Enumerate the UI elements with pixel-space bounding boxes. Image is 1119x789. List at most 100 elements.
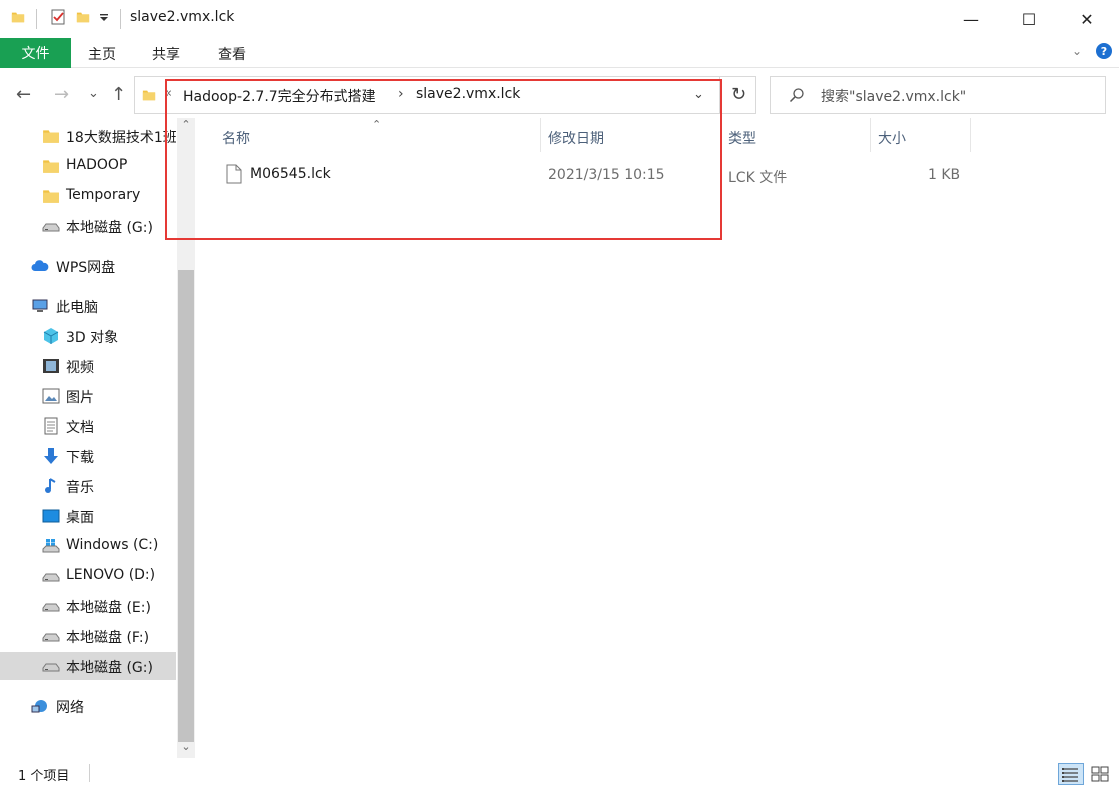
file-date: 2021/3/15 10:15	[548, 167, 665, 183]
sidebar-item-local-g[interactable]: 本地磁盘 (G:)	[0, 652, 176, 680]
drive-icon	[42, 223, 60, 232]
sidebar-item-lenovo-d[interactable]: LENOVO (D:)	[0, 562, 176, 590]
column-divider[interactable]	[540, 118, 541, 152]
table-row[interactable]: M06545.lck 2021/3/15 10:15 LCK 文件 1 KB	[220, 162, 972, 188]
sidebar-item-label: 图片	[66, 390, 94, 406]
sidebar-item-wps[interactable]: WPS网盘	[0, 252, 176, 280]
sidebar-item-windows-c[interactable]: Windows (C:)	[0, 532, 176, 560]
document-icon	[44, 417, 58, 435]
sidebar-item-label: 下载	[66, 450, 94, 466]
folder-icon	[43, 130, 59, 143]
sidebar-item-3d-objects[interactable]: 3D 对象	[0, 322, 176, 350]
sidebar-item-label: 本地磁盘 (F:)	[66, 630, 150, 646]
help-icon[interactable]: ?	[1096, 43, 1112, 59]
cloud-icon	[31, 260, 49, 271]
minimize-button[interactable]: —	[948, 0, 994, 38]
file-list: ⌃ 名称 修改日期 类型 大小 M06545.lck 2021/3/15 10:…	[196, 118, 1119, 758]
tab-home[interactable]: 主页	[88, 44, 116, 64]
sidebar-item-label: 网络	[56, 700, 84, 716]
column-divider[interactable]	[970, 118, 971, 152]
sidebar-scrollbar[interactable]: ⌃ ⌄	[177, 118, 195, 758]
details-view-icon	[1062, 768, 1078, 782]
new-folder-icon[interactable]	[76, 10, 90, 24]
folder-icon	[142, 90, 156, 101]
sidebar-item-local-f[interactable]: 本地磁盘 (F:)	[0, 622, 176, 650]
drive-icon	[42, 633, 60, 642]
sidebar-item-videos[interactable]: 视频	[0, 352, 176, 380]
breadcrumb-hadoop[interactable]: Hadoop-2.7.7完全分布式搭建	[183, 86, 376, 106]
cube-icon	[43, 328, 59, 344]
folder-icon	[43, 160, 59, 173]
sidebar-item-label: 此电脑	[56, 300, 98, 316]
network-icon	[31, 700, 47, 713]
sidebar-item-label: 视频	[66, 360, 94, 376]
drive-icon	[42, 663, 60, 672]
large-icons-view-button[interactable]	[1088, 763, 1114, 785]
sidebar-item-desktop[interactable]: 桌面	[0, 502, 176, 530]
item-count: 1 个项目	[18, 769, 70, 784]
download-icon	[44, 448, 58, 464]
forward-button[interactable]: →	[54, 84, 69, 105]
address-dropdown-chevron-icon[interactable]: ⌄	[693, 87, 704, 102]
expand-ribbon-chevron-icon[interactable]: ⌄	[1072, 44, 1082, 58]
column-header-size[interactable]: 大小	[878, 128, 906, 148]
sidebar-item-label: 桌面	[66, 510, 94, 526]
sidebar-item-pictures[interactable]: 图片	[0, 382, 176, 410]
sidebar-item-label: 本地磁盘 (G:)	[66, 220, 153, 236]
large-icons-view-icon	[1091, 766, 1109, 782]
details-view-button[interactable]	[1058, 763, 1084, 785]
sidebar-item-temporary[interactable]: Temporary	[0, 182, 176, 210]
folder-icon[interactable]	[11, 10, 25, 24]
maximize-button[interactable]: ☐	[1006, 0, 1052, 38]
music-icon	[45, 478, 56, 493]
search-box[interactable]: 搜索"slave2.vmx.lck"	[770, 76, 1106, 114]
breadcrumb-current[interactable]: slave2.vmx.lck	[416, 86, 520, 102]
quick-access-separator	[36, 9, 37, 29]
sidebar-item-label: 本地磁盘 (G:)	[66, 660, 153, 676]
computer-icon	[32, 299, 48, 312]
scroll-thumb[interactable]	[178, 270, 194, 742]
column-header-date[interactable]: 修改日期	[548, 128, 604, 148]
sidebar-item-music[interactable]: 音乐	[0, 472, 176, 500]
search-input[interactable]: 搜索"slave2.vmx.lck"	[821, 86, 966, 106]
address-bar[interactable]: « Hadoop-2.7.7完全分布式搭建 › slave2.vmx.lck ⌄…	[134, 76, 756, 114]
sidebar-item-quick-g-drive[interactable]: 本地磁盘 (G:)	[0, 212, 176, 240]
column-divider[interactable]	[870, 118, 871, 152]
customize-toolbar-icon[interactable]	[99, 13, 109, 23]
sidebar-item-documents[interactable]: 文档	[0, 412, 176, 440]
breadcrumb-separator[interactable]: ›	[398, 86, 404, 102]
overflow-crumbs-button[interactable]: «	[164, 86, 172, 101]
file-icon	[226, 164, 242, 184]
sidebar-item-label: 18大数据技术1班	[66, 130, 176, 146]
column-header-name[interactable]: 名称	[222, 128, 250, 148]
sidebar-item-local-e[interactable]: 本地磁盘 (E:)	[0, 592, 176, 620]
tab-view[interactable]: 查看	[218, 44, 246, 64]
scroll-down-icon[interactable]: ⌄	[177, 740, 195, 758]
folder-icon	[43, 190, 59, 203]
navigation-bar: ← → ⌄ ↑ « Hadoop-2.7.7完全分布式搭建 › slave2.v…	[0, 72, 1119, 118]
video-icon	[43, 359, 59, 373]
properties-icon[interactable]	[50, 9, 66, 25]
sidebar-item-downloads[interactable]: 下载	[0, 442, 176, 470]
picture-icon	[42, 388, 60, 404]
tab-file[interactable]: 文件	[0, 38, 71, 68]
up-button[interactable]: ↑	[111, 84, 126, 105]
scroll-up-icon[interactable]: ⌃	[177, 118, 195, 138]
column-header-type[interactable]: 类型	[728, 128, 756, 148]
windows-drive-icon	[42, 539, 60, 553]
sidebar-item-network[interactable]: 网络	[0, 692, 176, 720]
sidebar-item-label: LENOVO (D:)	[66, 567, 156, 583]
sidebar-item-hadoop[interactable]: HADOOP	[0, 152, 176, 180]
sidebar-item-this-pc[interactable]: 此电脑	[0, 292, 176, 320]
status-bar: 1 个项目	[0, 758, 1119, 789]
status-separator	[89, 764, 90, 782]
tab-share[interactable]: 共享	[152, 44, 180, 64]
recent-locations-button[interactable]: ⌄	[88, 86, 99, 101]
close-button[interactable]: ✕	[1064, 0, 1110, 38]
back-button[interactable]: ←	[16, 84, 31, 105]
sidebar-item-label: 文档	[66, 420, 94, 436]
refresh-icon[interactable]: ↻	[731, 84, 746, 105]
sidebar-item-18-class[interactable]: 18大数据技术1班	[0, 122, 176, 150]
column-divider[interactable]	[720, 118, 721, 152]
file-type: LCK 文件	[728, 170, 788, 186]
